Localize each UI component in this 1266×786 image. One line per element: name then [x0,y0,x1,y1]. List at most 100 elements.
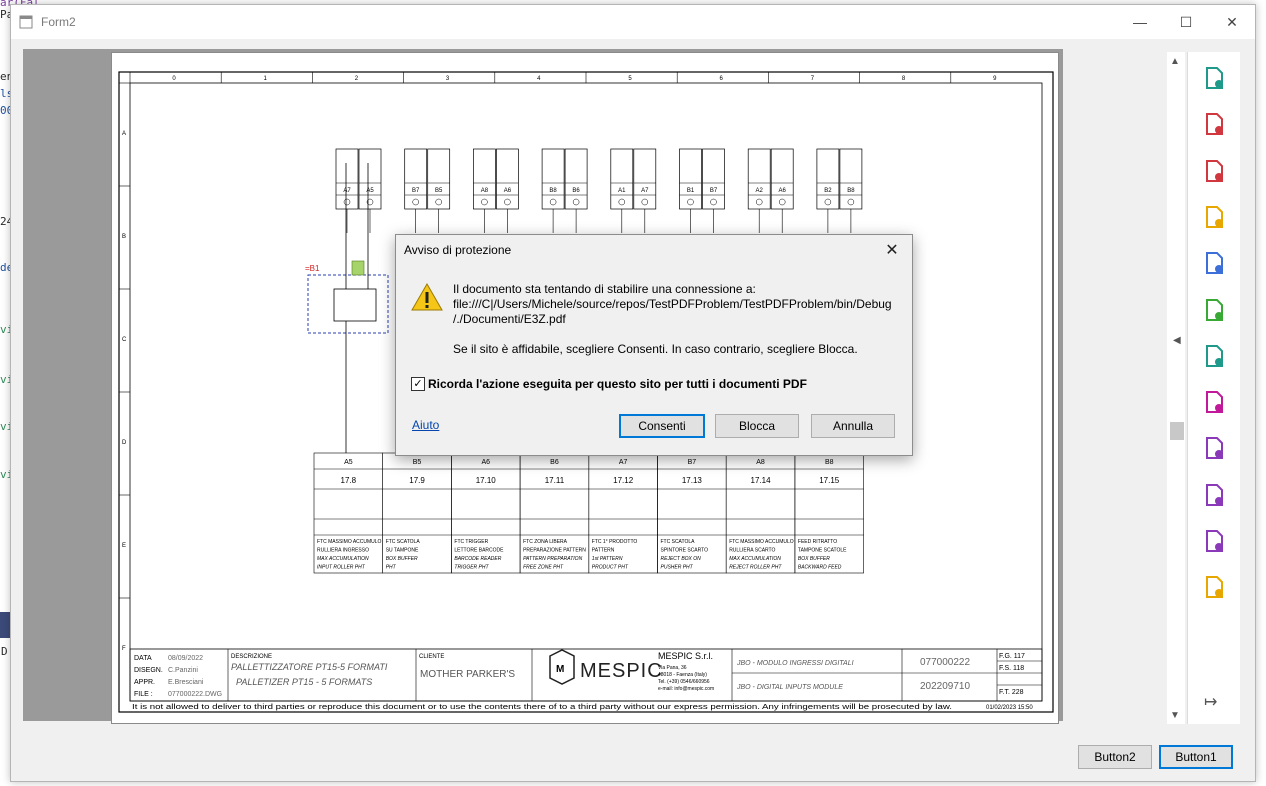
io-column [519,452,590,574]
terminal-block [541,148,565,210]
button1[interactable]: Button1 [1159,745,1233,769]
comment-icon[interactable] [1202,205,1226,229]
sign-icon[interactable] [1202,529,1226,553]
tb-file-value: 077000222.DWG [168,691,222,698]
scroll-thumb[interactable] [1170,422,1184,440]
vertical-scrollbar[interactable]: ▲ ▼ [1167,52,1185,724]
io-ref: 17.12 [613,476,634,485]
form2-window: Form2 — ☐ ✕ 0 1 2 3 4 5 6 7 8 9 A B C D E F A7 A5 B7 B5 A8… [10,4,1256,782]
tb-module-en: JBO - DIGITAL INPUTS MODULE [736,684,843,691]
terminal-id: B1 [687,188,695,194]
maximize-button[interactable]: ☐ [1163,9,1209,35]
code-fragment: D [1,645,8,658]
expand-pane-icon[interactable]: ↦ [1204,692,1217,712]
terminal-block [427,148,451,210]
column-label: 6 [720,76,724,82]
row-label: D [122,440,127,446]
column-label: 9 [993,76,997,82]
terminal-id: B6 [572,188,580,194]
terminal-block [610,148,634,210]
cancel-button[interactable]: Annulla [811,414,895,438]
column-label: 7 [811,76,815,82]
column-markers: 0 1 2 3 4 5 6 7 8 9 [129,72,997,83]
io-description: FTC MASSIMO ACCUMULO [729,539,794,545]
io-description: PATTERN PREPARATION [523,556,582,562]
scroll-up-icon[interactable]: ▲ [1170,56,1180,67]
fill-sign-icon[interactable] [1202,390,1226,414]
block-button[interactable]: Blocca [715,414,799,438]
terminal-id: B8 [549,188,557,194]
request-signature-icon[interactable] [1202,483,1226,507]
row-label: B [122,234,126,240]
io-column [451,452,521,574]
terminal-id: B2 [824,188,832,194]
help-link[interactable]: Aiuto [412,418,439,432]
stamp-icon[interactable] [1202,575,1226,599]
tb-addr1: Via Pana, 36 [658,665,687,671]
io-description: SU TAMPONE [386,548,419,554]
row-label: E [122,543,126,549]
column-label: 0 [172,76,176,82]
organize-pages-icon[interactable] [1202,112,1226,136]
close-button[interactable]: ✕ [1209,9,1255,35]
dialog-close-icon[interactable]: ✕ [880,239,904,263]
terminal-id: B5 [435,188,443,194]
io-description: RULLIERA INGRESSO [317,548,369,554]
app-icon [19,15,33,29]
minimize-button[interactable]: — [1117,9,1163,35]
io-description: TAMPONE SCATOLE [798,548,847,554]
tb-appr-label: APPR. [134,679,155,686]
create-pdf-icon[interactable] [1202,159,1226,183]
terminal-id: A7 [343,188,351,194]
tb-descr-it: PALLETTIZZATORE PT15-5 FORMATI [231,662,388,672]
io-ref: 17.14 [751,476,772,485]
scroll-down-icon[interactable]: ▼ [1170,710,1180,721]
terminal-block [816,148,840,210]
edit-pdf-icon[interactable] [1202,344,1226,368]
title-block: DATA 08/09/2022 DISEGN. C.Panzini APPR. … [129,648,1043,702]
io-column [382,452,452,574]
io-description: MAX ACCUMULATION [729,556,781,562]
io-ref: 17.15 [819,476,840,485]
column-label: 8 [902,76,906,82]
column-label: 4 [537,76,541,82]
io-description: BOX BUFFER [386,556,418,562]
io-slot: A6 [481,459,490,466]
tb-descr-label: DESCRIZIONE [231,654,272,660]
terminal-block [702,148,725,210]
terminal-block [404,148,428,210]
terminal-block [747,148,771,210]
dialog-title: Avviso di protezione [404,243,512,257]
terminal-id: A7 [641,188,649,194]
collapse-pane-icon[interactable]: ◀ [1173,335,1181,346]
io-table: A5 17.8 FTC MASSIMO ACCUMULO RULLIERA INGRE… [313,452,864,574]
allow-button[interactable]: Consenti [619,414,705,438]
io-description: BACKWARD FEED [798,565,842,571]
protect-icon[interactable] [1202,436,1226,460]
export-pdf-icon[interactable] [1202,66,1226,90]
tb-code1: 077000222 [920,657,970,668]
tb-data-label: DATA [134,655,152,662]
dialog-message-line1: Il documento sta tentando di stabilire u… [453,282,756,296]
column-label: 1 [264,76,268,82]
io-description: RULLIERA SCARTO [729,548,775,554]
title-bar[interactable]: Form2 — ☐ ✕ [11,5,1255,39]
tb-fg: F.G. 117 [999,653,1025,660]
security-warning-dialog: Avviso di protezione ✕ Il documento sta … [395,234,913,456]
combine-files-icon[interactable] [1202,251,1226,275]
io-column [588,452,658,574]
compress-pdf-icon[interactable] [1202,298,1226,322]
io-description: FTC ZONA LIBERA [523,539,568,545]
io-ref: 17.9 [409,476,425,485]
button2[interactable]: Button2 [1078,745,1152,769]
io-description: REJECT ROLLER PHT [729,565,782,571]
remember-checkbox[interactable]: ✓ [411,377,425,391]
terminal-id: B8 [847,188,855,194]
tb-data-value: 08/09/2022 [168,655,203,662]
io-ref: 17.10 [476,476,497,485]
io-description: PREPARAZIONE PATTERN [523,548,586,554]
io-description: LETTORE BARCODE [454,548,504,554]
io-description: BARCODE READER [454,556,501,562]
row-label: A [122,131,126,137]
remember-checkbox-label[interactable]: Ricorda l'azione eseguita per questo sit… [428,377,807,391]
